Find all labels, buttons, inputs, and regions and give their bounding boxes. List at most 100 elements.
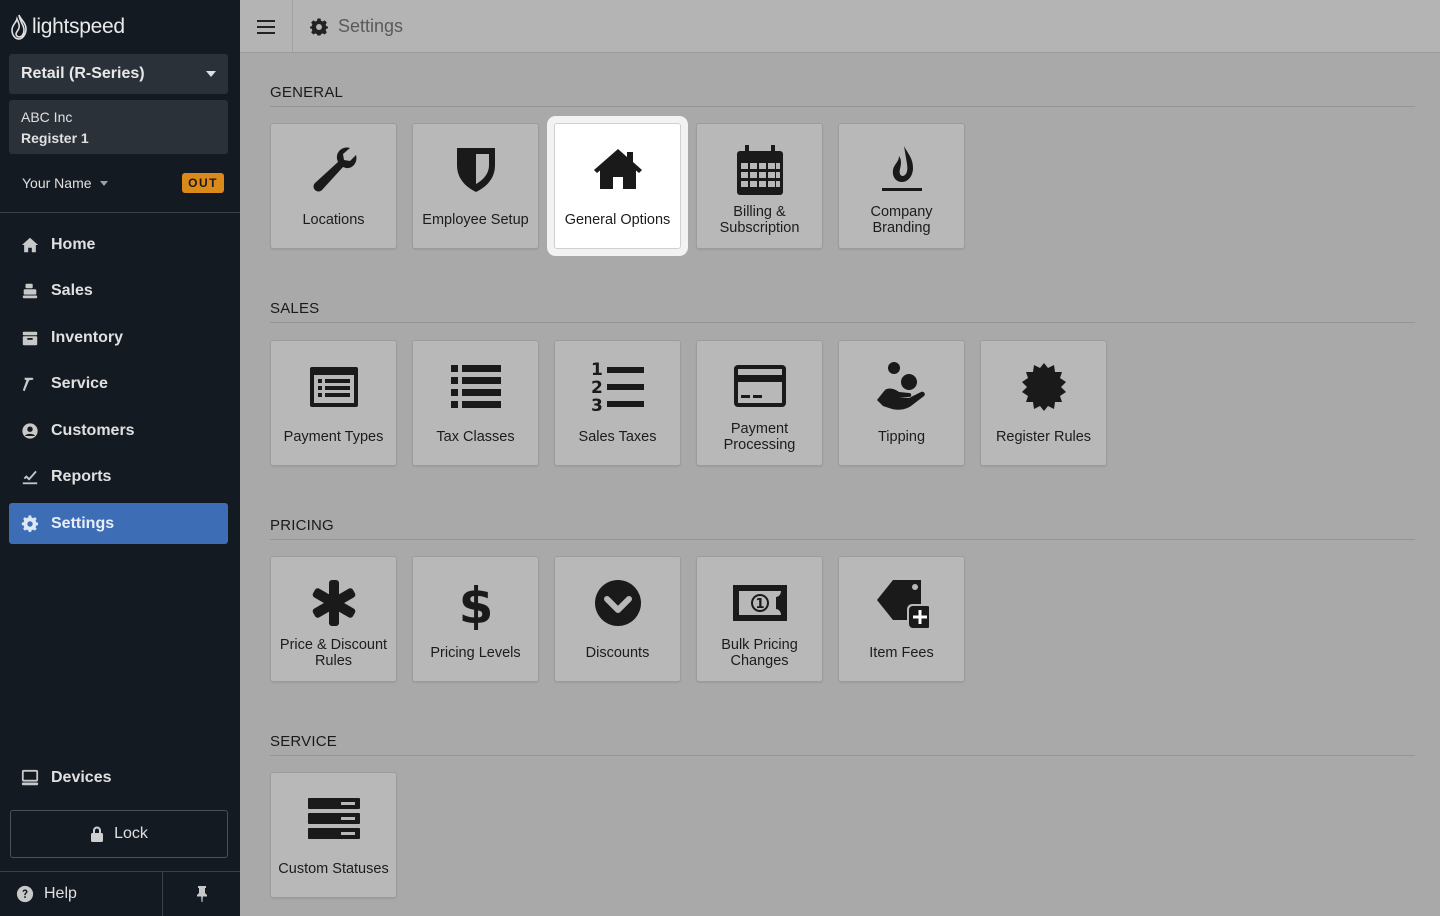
- nav-item-reports[interactable]: Reports: [9, 457, 228, 498]
- page-title-text: Settings: [338, 16, 404, 36]
- pin-sidebar-button[interactable]: [163, 872, 240, 916]
- nav-label: Service: [51, 375, 108, 392]
- pin-icon: [196, 886, 207, 902]
- hamburger-menu-button[interactable]: [240, 0, 293, 53]
- tile-label: Price & Discount Rules: [279, 637, 388, 669]
- tile-label: Discounts: [585, 645, 650, 661]
- help-row: Help: [0, 871, 240, 916]
- svg-text:2: 2: [591, 378, 603, 398]
- nav-label: Settings: [51, 514, 115, 532]
- asterisk-icon: [312, 580, 355, 626]
- monitor-icon: [21, 769, 39, 785]
- check-circle-icon: [594, 580, 641, 626]
- nav-item-sales[interactable]: Sales: [9, 271, 228, 312]
- svg-text:1: 1: [591, 360, 603, 380]
- svg-text:$: $: [458, 577, 493, 630]
- register-name: Register 1: [21, 130, 89, 146]
- credit-card-icon: [733, 365, 786, 407]
- store-selector-label: Retail (R-Series): [21, 65, 145, 82]
- tile-label: Tax Classes: [436, 429, 515, 445]
- tile-label: Custom Statuses: [278, 861, 389, 877]
- tile-billing-subscription[interactable]: Billing & Subscription: [696, 123, 823, 249]
- svg-text:1: 1: [755, 597, 764, 612]
- main-nav: Home Sales Inventory Service Customers R…: [9, 224, 228, 550]
- tile-custom-statuses[interactable]: Custom Statuses: [270, 772, 397, 898]
- nav-item-devices[interactable]: Devices: [9, 757, 228, 798]
- lock-label: Lock: [114, 825, 148, 842]
- tile-discounts[interactable]: Discounts: [554, 556, 681, 682]
- tile-pricing-levels[interactable]: $ Pricing Levels: [412, 556, 539, 682]
- top-bar: Settings: [240, 0, 1440, 53]
- home-icon: [21, 237, 39, 252]
- lightspeed-logo[interactable]: lightspeed: [10, 10, 125, 44]
- tile-register-rules[interactable]: Register Rules: [980, 340, 1107, 466]
- tile-label: General Options: [564, 212, 671, 228]
- section-header-sales: SALES: [270, 300, 1415, 323]
- certificate-icon: [1021, 363, 1066, 411]
- user-menu[interactable]: Your Name: [22, 175, 108, 191]
- tile-label: Billing & Subscription: [719, 204, 800, 236]
- tile-label: Tipping: [877, 429, 926, 445]
- lock-button[interactable]: Lock: [10, 810, 228, 858]
- tile-price-discount-rules[interactable]: Price & Discount Rules: [270, 556, 397, 682]
- hammer-icon: [22, 377, 34, 392]
- divider: [0, 212, 240, 213]
- dollar-icon: $: [458, 577, 493, 630]
- svg-text:3: 3: [591, 396, 603, 414]
- shield-icon: [456, 148, 495, 192]
- tile-label: Sales Taxes: [578, 429, 657, 445]
- gear-icon: [310, 17, 328, 36]
- tile-label: Locations: [302, 212, 365, 228]
- tile-label: Company Branding: [870, 204, 933, 236]
- logo-text: lightspeed: [32, 15, 125, 38]
- tile-company-branding[interactable]: Company Branding: [838, 123, 965, 249]
- lock-icon: [91, 826, 104, 842]
- inventory-icon: [22, 331, 38, 345]
- nav-item-inventory[interactable]: Inventory: [9, 317, 228, 358]
- help-label: Help: [44, 885, 77, 902]
- user-row: Your Name OUT: [22, 171, 224, 195]
- tiles-sales: Payment Types Tax Classes 123 Sales Taxe…: [270, 340, 1107, 466]
- money-bill-icon: 1: [732, 585, 787, 621]
- tile-tax-classes[interactable]: Tax Classes: [412, 340, 539, 466]
- tiles-pricing: Price & Discount Rules $ Pricing Levels …: [270, 556, 965, 682]
- nav-item-service[interactable]: Service: [9, 364, 228, 405]
- nav-label: Home: [51, 235, 96, 253]
- store-selector[interactable]: Retail (R-Series): [9, 54, 228, 94]
- gear-icon: [21, 514, 39, 532]
- tile-employee-setup[interactable]: Employee Setup: [412, 123, 539, 249]
- help-icon: [16, 885, 34, 903]
- chart-icon: [22, 470, 38, 485]
- tag-plus-icon: [876, 580, 929, 630]
- tile-general-options[interactable]: General Options: [554, 123, 681, 249]
- section-header-general: GENERAL: [270, 84, 1415, 107]
- nav-item-settings[interactable]: Settings: [9, 503, 228, 544]
- list-icon: [450, 365, 501, 408]
- tile-payment-processing[interactable]: Payment Processing: [696, 340, 823, 466]
- user-name-label: Your Name: [22, 175, 92, 191]
- tile-label: Payment Processing: [723, 421, 796, 453]
- clock-status-badge[interactable]: OUT: [182, 173, 224, 193]
- calendar-icon: [736, 145, 783, 195]
- nav-label: Customers: [51, 421, 135, 439]
- chevron-down-icon: [99, 180, 108, 186]
- tiles-general: Locations Employee Setup General Options…: [270, 123, 965, 249]
- tile-payment-types[interactable]: Payment Types: [270, 340, 397, 466]
- help-button[interactable]: Help: [0, 872, 163, 916]
- server-icon: [307, 798, 360, 839]
- tile-item-fees[interactable]: Item Fees: [838, 556, 965, 682]
- nav-item-customers[interactable]: Customers: [9, 410, 228, 451]
- devices-section: Devices: [9, 757, 228, 804]
- tile-sales-taxes[interactable]: 123 Sales Taxes: [554, 340, 681, 466]
- nav-item-home[interactable]: Home: [9, 224, 228, 265]
- tile-locations[interactable]: Locations: [270, 123, 397, 249]
- flame-logo-icon: [11, 14, 27, 40]
- user-icon: [22, 422, 38, 439]
- company-name: ABC Inc: [21, 109, 73, 125]
- tile-tipping[interactable]: Tipping: [838, 340, 965, 466]
- tile-label: Bulk Pricing Changes: [721, 637, 798, 669]
- tile-bulk-pricing-changes[interactable]: 1 Bulk Pricing Changes: [696, 556, 823, 682]
- tile-label: Payment Types: [283, 429, 384, 445]
- page-title: Settings: [310, 0, 403, 53]
- nav-label: Inventory: [51, 328, 124, 346]
